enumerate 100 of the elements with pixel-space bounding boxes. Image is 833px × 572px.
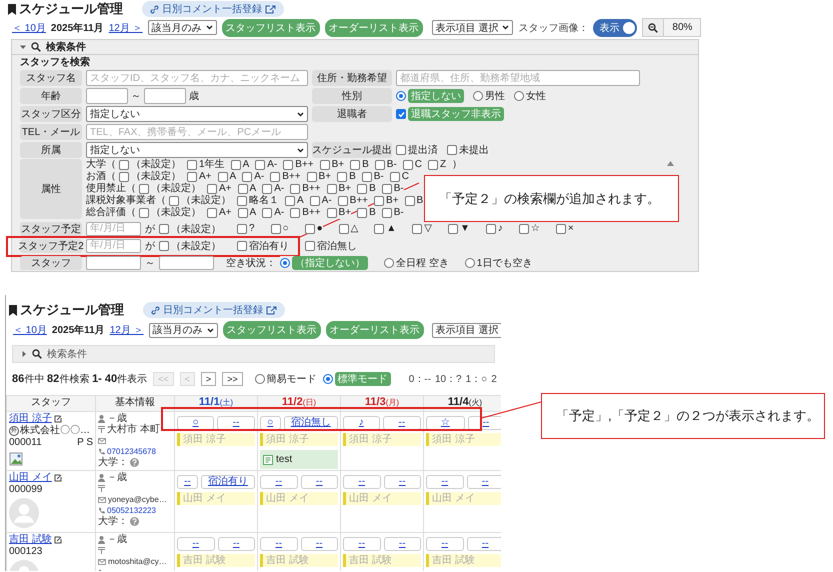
radio-button[interactable] bbox=[322, 374, 333, 384]
bulk-comment-link[interactable]: 日別コメント一括登録 bbox=[143, 302, 285, 318]
checkbox[interactable] bbox=[486, 224, 496, 234]
checkbox[interactable] bbox=[237, 240, 247, 250]
staff-name-link[interactable]: 須田 涼子 bbox=[9, 413, 52, 424]
checkbox[interactable] bbox=[374, 160, 385, 170]
schedule-button[interactable]: -- bbox=[260, 475, 298, 489]
prev-month-link[interactable]: ＜ 10月 bbox=[13, 323, 47, 337]
checkbox[interactable] bbox=[326, 208, 337, 218]
next-month-link[interactable]: 12月 ＞ bbox=[108, 20, 143, 34]
radio-button[interactable] bbox=[384, 258, 394, 268]
phone-link[interactable]: 07012345678 bbox=[107, 446, 156, 457]
edit-icon[interactable] bbox=[54, 536, 62, 544]
schedule-button[interactable]: -- bbox=[426, 475, 464, 489]
checkbox[interactable] bbox=[255, 160, 266, 170]
checkbox[interactable] bbox=[230, 160, 241, 170]
period-select[interactable]: 該当月のみ bbox=[148, 322, 218, 338]
select-field[interactable]: 指定しない bbox=[86, 142, 308, 158]
checkbox[interactable] bbox=[306, 172, 317, 182]
radio-button[interactable] bbox=[473, 91, 483, 101]
prev-month-link[interactable]: ＜ 10月 bbox=[12, 20, 46, 34]
checkbox[interactable] bbox=[357, 208, 368, 218]
checkbox[interactable] bbox=[362, 172, 372, 182]
schedule-button[interactable]: ♪ bbox=[343, 416, 380, 430]
checkbox[interactable] bbox=[262, 184, 272, 194]
checkbox[interactable] bbox=[169, 196, 179, 206]
schedule-button[interactable]: -- bbox=[177, 537, 214, 551]
edit-icon[interactable] bbox=[54, 414, 62, 422]
checkbox[interactable] bbox=[238, 208, 248, 218]
checkbox[interactable] bbox=[326, 184, 337, 194]
day-date[interactable]: 11/1 bbox=[198, 396, 220, 408]
schedule-button[interactable]: -- bbox=[384, 537, 421, 551]
schedule-button[interactable]: ○ bbox=[260, 416, 281, 430]
checkbox[interactable] bbox=[262, 208, 272, 218]
schedule-button[interactable]: ○ bbox=[177, 416, 214, 430]
schedule-button[interactable]: -- bbox=[343, 537, 380, 551]
checkbox[interactable] bbox=[310, 196, 320, 206]
schedule-button[interactable]: -- bbox=[217, 416, 255, 430]
schedule-button[interactable]: -- bbox=[466, 475, 501, 489]
checkbox[interactable] bbox=[187, 172, 197, 182]
radio-button[interactable] bbox=[254, 374, 265, 384]
date-field[interactable] bbox=[159, 256, 214, 270]
checkbox[interactable] bbox=[159, 224, 169, 234]
checkbox[interactable] bbox=[207, 208, 217, 218]
age-to-field[interactable] bbox=[144, 88, 186, 104]
checkbox[interactable] bbox=[396, 109, 406, 119]
checkbox[interactable] bbox=[218, 172, 228, 182]
day-date[interactable]: 11/2 bbox=[282, 396, 303, 408]
checkbox[interactable] bbox=[390, 172, 400, 182]
schedule-button[interactable]: -- bbox=[468, 416, 501, 430]
edit-icon[interactable] bbox=[54, 474, 62, 482]
schedule-button[interactable]: -- bbox=[343, 475, 380, 489]
checkbox[interactable] bbox=[139, 184, 149, 194]
period-select[interactable]: 該当月のみ bbox=[148, 20, 217, 35]
checkbox[interactable] bbox=[270, 172, 280, 182]
radio-button[interactable] bbox=[396, 91, 406, 101]
schedule-button[interactable]: -- bbox=[177, 475, 198, 489]
checkbox[interactable] bbox=[338, 224, 349, 234]
checkbox[interactable] bbox=[290, 208, 300, 218]
checkbox[interactable] bbox=[119, 172, 129, 182]
checkbox[interactable] bbox=[382, 208, 392, 218]
schedule-button[interactable]: -- bbox=[466, 537, 501, 551]
checkbox[interactable] bbox=[305, 240, 315, 250]
staff-name-link[interactable]: 山田 メイ bbox=[9, 472, 52, 483]
checkbox[interactable] bbox=[283, 160, 294, 170]
schedule-button[interactable]: -- bbox=[300, 475, 338, 489]
schedule-button[interactable]: -- bbox=[426, 537, 464, 551]
checkbox[interactable] bbox=[207, 184, 217, 194]
checkbox[interactable] bbox=[338, 196, 348, 206]
radio-button[interactable] bbox=[280, 258, 290, 268]
checkbox[interactable] bbox=[448, 224, 458, 234]
checkbox[interactable] bbox=[396, 145, 406, 155]
checkbox[interactable] bbox=[350, 160, 360, 170]
checkbox[interactable] bbox=[428, 160, 438, 170]
schedule-button[interactable]: 宿泊無し bbox=[284, 416, 338, 430]
date-field[interactable]: 年/月/日 bbox=[86, 238, 141, 252]
comment-note[interactable]: test bbox=[260, 450, 338, 469]
checkbox[interactable] bbox=[285, 196, 295, 206]
checkbox[interactable] bbox=[139, 208, 149, 218]
pager-button[interactable]: > bbox=[200, 372, 216, 386]
schedule-button[interactable]: -- bbox=[384, 475, 421, 489]
checkbox[interactable] bbox=[412, 224, 422, 234]
checkbox[interactable] bbox=[237, 196, 247, 206]
display-items-select[interactable]: 表示項目 選択 bbox=[432, 20, 514, 35]
schedule-button[interactable]: 宿泊有り bbox=[200, 475, 256, 489]
checkbox[interactable] bbox=[237, 224, 247, 234]
search-conditions-bar[interactable]: 検索条件 bbox=[12, 345, 495, 363]
checkbox[interactable] bbox=[337, 172, 348, 182]
display-items-select[interactable]: 表示項目 選択 bbox=[432, 322, 501, 338]
scroll-up-icon[interactable] bbox=[667, 161, 674, 166]
radio-button[interactable] bbox=[514, 91, 524, 101]
checkbox[interactable] bbox=[374, 196, 384, 206]
day-date[interactable]: 11/4 bbox=[448, 396, 469, 408]
schedule-button[interactable]: -- bbox=[300, 537, 338, 551]
date-field[interactable] bbox=[86, 256, 141, 270]
checkbox[interactable] bbox=[320, 160, 330, 170]
checkbox[interactable] bbox=[404, 196, 415, 206]
schedule-button[interactable]: -- bbox=[382, 416, 422, 430]
checkbox[interactable] bbox=[119, 160, 129, 170]
schedule-button[interactable]: -- bbox=[218, 537, 255, 551]
